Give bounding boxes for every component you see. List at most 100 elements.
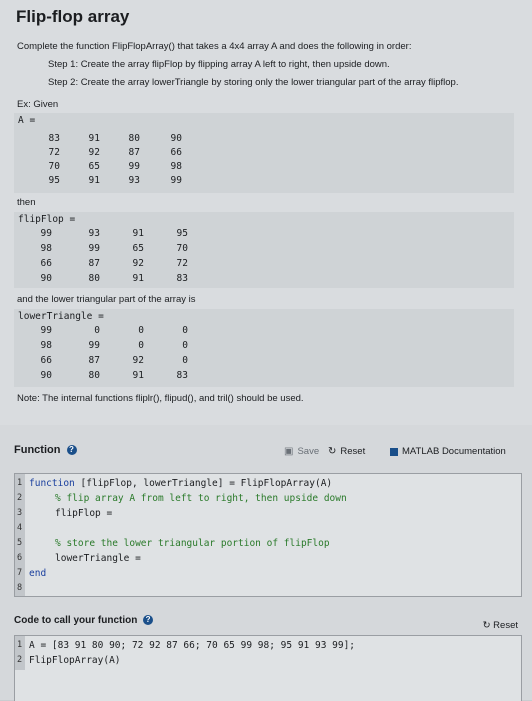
matrix-cell: 65 bbox=[88, 161, 100, 172]
keyword: function bbox=[29, 478, 75, 489]
matrix-cell: 0 bbox=[182, 355, 188, 366]
line-number: 1 bbox=[17, 640, 23, 650]
matrix-cell: 91 bbox=[132, 273, 144, 284]
matrix-cell: 66 bbox=[40, 258, 52, 269]
matrix-cell: 92 bbox=[132, 258, 144, 269]
line-number: 3 bbox=[17, 508, 23, 518]
flipflop-label: flipFlop = bbox=[18, 214, 76, 225]
code-line-5: % store the lower triangular portion of … bbox=[55, 538, 330, 549]
matrix-cell: 0 bbox=[94, 325, 100, 336]
lower-triangle-text: and the lower triangular part of the arr… bbox=[17, 294, 196, 305]
matrix-cell: 83 bbox=[48, 133, 60, 144]
lower-triangle-box: lowerTriangle = 99 0 0 0 98 99 0 0 66 87 92 0 90 80 91… bbox=[14, 309, 514, 387]
matrix-cell: 91 bbox=[132, 228, 144, 239]
function-title: Function ? bbox=[14, 444, 77, 456]
matrix-cell: 80 bbox=[128, 133, 140, 144]
code-line-2: % flip array A from left to right, then … bbox=[55, 493, 347, 504]
matrix-cell: 0 bbox=[182, 340, 188, 351]
function-editor[interactable]: 1 2 3 4 5 6 7 8 function [flipFlop, lowe… bbox=[14, 473, 522, 597]
function-title-label: Function bbox=[14, 444, 61, 456]
matrix-cell: 99 bbox=[128, 161, 140, 172]
matrix-cell: 95 bbox=[48, 175, 60, 186]
matrix-cell: 87 bbox=[128, 147, 140, 158]
call-line-1: A = [83 91 80 90; 72 92 87 66; 70 65 99 … bbox=[29, 640, 356, 651]
flipflop-box: flipFlop = 99 93 91 95 98 99 65 70 66 87 92 72 90 80 9… bbox=[14, 212, 514, 288]
matrix-cell: 98 bbox=[40, 243, 52, 254]
lower-triangle-label: lowerTriangle = bbox=[18, 311, 104, 322]
line-number: 6 bbox=[17, 553, 23, 563]
matrix-cell: 93 bbox=[128, 175, 140, 186]
page-title: Flip-flop array bbox=[16, 7, 130, 26]
matrix-cell: 99 bbox=[40, 325, 52, 336]
line-number: 7 bbox=[17, 568, 23, 578]
matrix-cell: 0 bbox=[138, 340, 144, 351]
matrix-cell: 66 bbox=[170, 147, 182, 158]
line-number: 1 bbox=[17, 478, 23, 488]
help-icon[interactable]: ? bbox=[143, 615, 154, 626]
editor-gutter: 1 2 3 4 5 6 7 8 bbox=[15, 474, 25, 596]
line-number: 8 bbox=[17, 583, 23, 593]
matrix-cell: 98 bbox=[170, 161, 182, 172]
matrix-cell: 0 bbox=[182, 325, 188, 336]
matrix-cell: 99 bbox=[170, 175, 182, 186]
matrix-cell: 91 bbox=[88, 175, 100, 186]
matrix-cell: 0 bbox=[138, 325, 144, 336]
matrix-cell: 72 bbox=[48, 147, 60, 158]
then-text: then bbox=[17, 197, 36, 208]
call-editor[interactable]: 1 2 A = [83 91 80 90; 72 92 87 66; 70 65… bbox=[14, 635, 522, 701]
call-reset-button[interactable]: ↻ Reset bbox=[483, 620, 518, 631]
line-number: 2 bbox=[17, 493, 23, 503]
code-line-6: lowerTriangle = bbox=[55, 553, 141, 564]
line-number: 4 bbox=[17, 523, 23, 533]
example-label: Ex: Given bbox=[17, 99, 59, 110]
matrix-cell: 70 bbox=[176, 243, 188, 254]
intro-text: Complete the function FlipFlopArray() th… bbox=[17, 41, 412, 52]
call-line-2: FlipFlopArray(A) bbox=[29, 655, 121, 666]
matrix-cell: 70 bbox=[48, 161, 60, 172]
code-text: [flipFlop, lowerTriangle] = FlipFlopArra… bbox=[74, 478, 333, 489]
save-icon: ▣ bbox=[284, 446, 294, 457]
reset-icon: ↻ bbox=[328, 446, 337, 457]
matrix-cell: 99 bbox=[88, 340, 100, 351]
line-number: 5 bbox=[17, 538, 23, 548]
matrix-cell: 87 bbox=[88, 355, 100, 366]
help-icon[interactable]: ? bbox=[66, 445, 77, 456]
save-button[interactable]: ▣ Save bbox=[284, 446, 319, 457]
step-2-text: Step 2: Create the array lowerTriangle b… bbox=[48, 77, 459, 88]
step-1-text: Step 1: Create the array flipFlop by fli… bbox=[48, 59, 390, 70]
matrix-cell: 87 bbox=[88, 258, 100, 269]
matrix-cell: 99 bbox=[40, 228, 52, 239]
matrix-cell: 92 bbox=[132, 355, 144, 366]
matrix-cell: 80 bbox=[88, 370, 100, 381]
matrix-cell: 93 bbox=[88, 228, 100, 239]
code-line-7: end bbox=[29, 568, 47, 579]
reset-button[interactable]: ↻ Reset bbox=[328, 446, 365, 457]
save-label: Save bbox=[297, 446, 320, 457]
problem-description: Flip-flop array Complete the function Fl… bbox=[0, 0, 532, 425]
docs-icon bbox=[390, 447, 398, 456]
matrix-a-box: A = 83 91 80 90 72 92 87 66 70 65 99 98 95 91 93 99 bbox=[14, 113, 514, 193]
call-code-title-label: Code to call your function bbox=[14, 615, 138, 626]
code-line-1: function [flipFlop, lowerTriangle] = Fli… bbox=[29, 478, 332, 489]
matrix-cell: 92 bbox=[88, 147, 100, 158]
matrix-cell: 90 bbox=[40, 370, 52, 381]
matrix-cell: 83 bbox=[176, 273, 188, 284]
function-section: Function ? ▣ Save ↻ Reset MATLAB Documen… bbox=[0, 425, 532, 701]
note-text: Note: The internal functions fliplr(), f… bbox=[17, 393, 304, 404]
matrix-cell: 66 bbox=[40, 355, 52, 366]
call-code-title: Code to call your function ? bbox=[14, 615, 154, 626]
matlab-documentation-link[interactable]: MATLAB Documentation bbox=[390, 446, 506, 457]
code-line-3: flipFlop = bbox=[55, 508, 113, 519]
matrix-cell: 80 bbox=[88, 273, 100, 284]
matrix-cell: 72 bbox=[176, 258, 188, 269]
line-number: 2 bbox=[17, 655, 23, 665]
call-reset-label: Reset bbox=[493, 620, 518, 631]
matrix-a-label: A = bbox=[18, 115, 36, 126]
matrix-cell: 91 bbox=[88, 133, 100, 144]
matrix-cell: 99 bbox=[88, 243, 100, 254]
reset-icon: ↻ bbox=[482, 620, 491, 631]
page: Flip-flop array Complete the function Fl… bbox=[0, 0, 532, 701]
matrix-cell: 90 bbox=[170, 133, 182, 144]
matrix-cell: 91 bbox=[132, 370, 144, 381]
matrix-cell: 98 bbox=[40, 340, 52, 351]
